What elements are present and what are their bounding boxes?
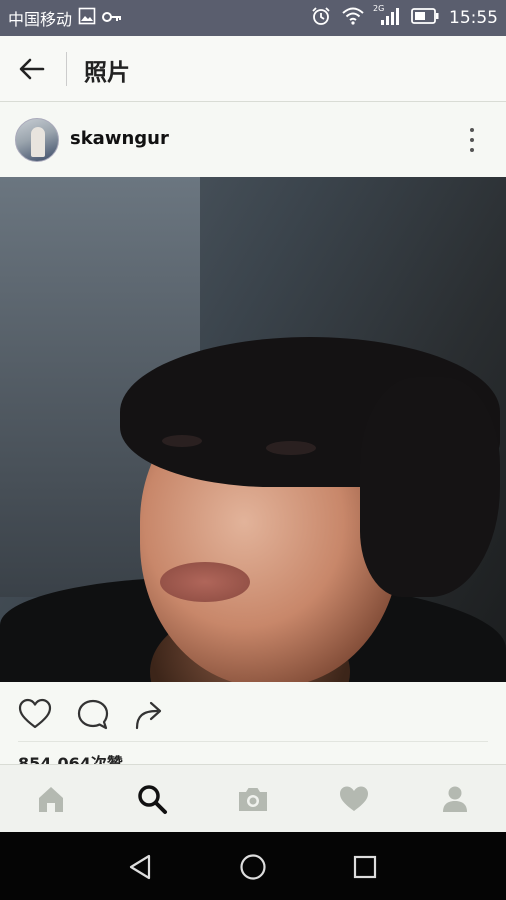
tab-camera[interactable] xyxy=(235,781,271,817)
share-button[interactable] xyxy=(133,698,167,732)
tab-profile[interactable] xyxy=(437,781,473,817)
like-button[interactable] xyxy=(18,698,52,732)
more-options-button[interactable] xyxy=(460,125,484,155)
tab-home[interactable] xyxy=(33,781,69,817)
nav-back-button[interactable] xyxy=(125,852,155,882)
home-icon xyxy=(39,787,63,812)
comment-button[interactable] xyxy=(76,698,110,732)
share-icon xyxy=(135,701,162,730)
carrier-label: 中国移动 xyxy=(8,10,73,29)
square-recents-icon xyxy=(353,855,377,879)
nav-recents-button[interactable] xyxy=(350,852,380,882)
heart-icon xyxy=(18,698,52,729)
signal-icon: 2G xyxy=(373,3,401,31)
back-button[interactable] xyxy=(14,54,50,84)
post-photo[interactable] xyxy=(0,177,506,682)
nav-home-button[interactable] xyxy=(238,852,268,882)
comment-icon xyxy=(77,699,109,730)
avatar[interactable] xyxy=(15,118,59,162)
tab-search[interactable] xyxy=(134,781,170,817)
tab-activity[interactable] xyxy=(336,781,372,817)
key-icon xyxy=(102,9,122,28)
image-notification-icon xyxy=(78,7,96,29)
post-actions: 854,064次赞 xyxy=(0,682,506,764)
search-icon xyxy=(138,785,167,814)
app-header: 照片 xyxy=(0,36,506,102)
heart-icon xyxy=(340,786,368,811)
network-type-label: 2G xyxy=(373,3,385,13)
camera-icon xyxy=(239,788,267,811)
arrow-left-icon xyxy=(19,58,45,80)
wifi-icon xyxy=(341,7,365,30)
profile-icon xyxy=(443,786,467,812)
alarm-icon xyxy=(311,6,331,31)
clock: 15:55 xyxy=(449,8,498,28)
post-header: skawngur xyxy=(0,103,506,177)
page-title: 照片 xyxy=(84,60,130,86)
status-bar: 中国移动 2G 15:55 xyxy=(0,0,506,36)
triangle-back-icon xyxy=(129,854,151,880)
likes-count[interactable]: 854,064次赞 xyxy=(18,754,123,764)
bottom-tab-bar xyxy=(0,764,506,832)
more-vertical-icon xyxy=(470,128,474,132)
circle-home-icon xyxy=(240,854,266,880)
header-divider xyxy=(66,52,67,86)
battery-icon xyxy=(411,7,439,29)
actions-divider xyxy=(18,741,488,742)
system-nav-bar xyxy=(0,832,506,900)
post-username[interactable]: skawngur xyxy=(70,128,169,149)
